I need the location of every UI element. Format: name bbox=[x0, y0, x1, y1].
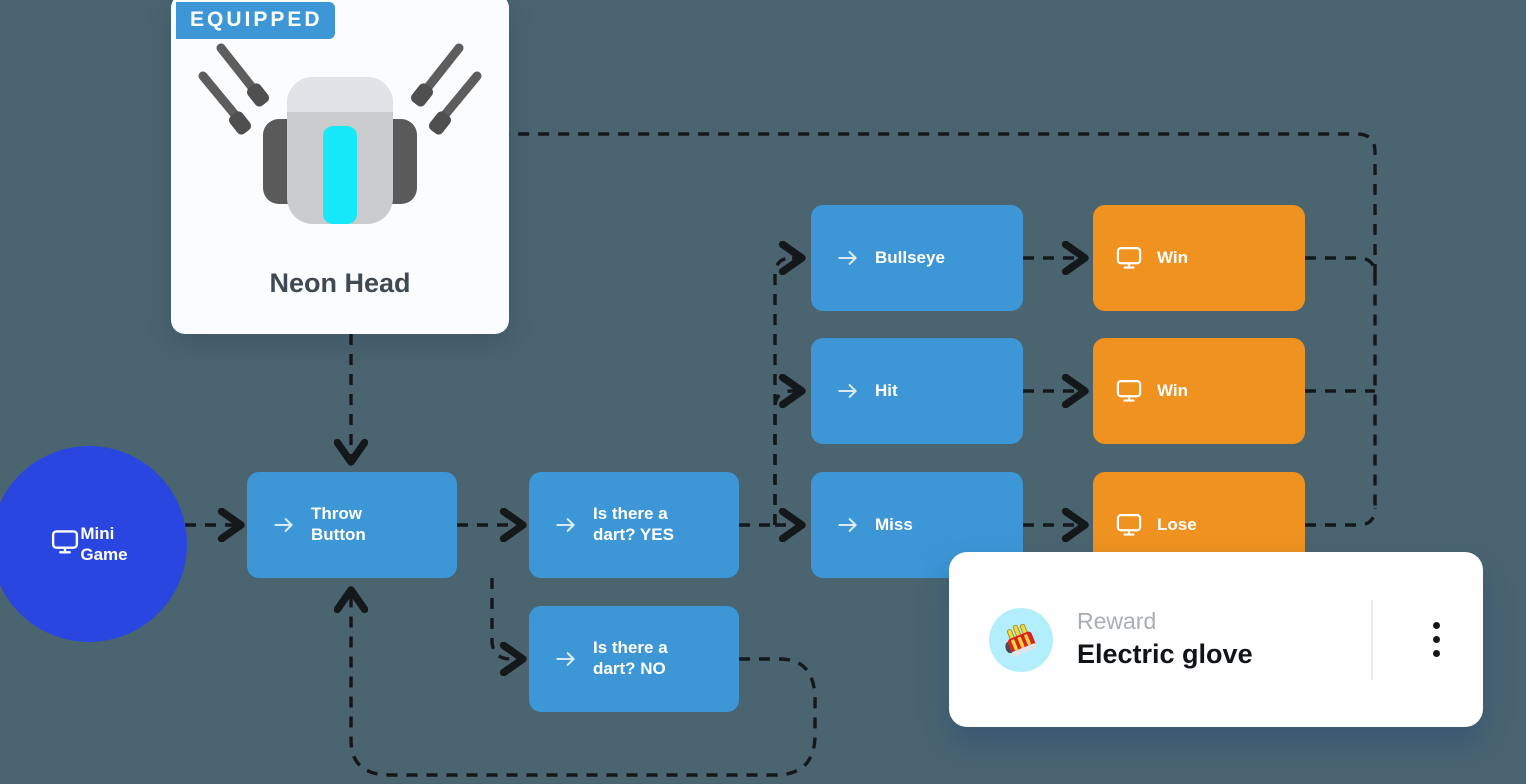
node-win-mid[interactable]: Win bbox=[1093, 338, 1305, 444]
arrow-right-icon bbox=[835, 378, 861, 404]
node-win-top[interactable]: Win bbox=[1093, 205, 1305, 311]
node-label: Win bbox=[1157, 247, 1189, 267]
node-label: Bullseye bbox=[875, 247, 945, 267]
node-dart-no[interactable]: Is there a dart? NO bbox=[529, 606, 739, 712]
equipped-badge: EQUIPPED bbox=[176, 2, 335, 39]
electric-glove-icon bbox=[989, 607, 1053, 672]
node-dart-yes[interactable]: Is there a dart? YES bbox=[529, 472, 739, 578]
node-label: Miss bbox=[875, 514, 913, 534]
node-label: Lose bbox=[1157, 514, 1197, 534]
node-label: Mini Game bbox=[80, 523, 128, 564]
edge-bus-to-hit bbox=[773, 391, 802, 525]
monitor-icon bbox=[1115, 377, 1143, 405]
reward-label: Reward bbox=[1077, 607, 1157, 634]
reward-value: Electric glove bbox=[1077, 639, 1253, 670]
arrow-right-icon bbox=[271, 512, 297, 538]
kebab-menu-icon[interactable] bbox=[1423, 620, 1449, 660]
arrow-right-icon bbox=[553, 512, 579, 538]
node-bullseye[interactable]: Bullseye bbox=[811, 205, 1023, 311]
edge-lose-to-returnbus bbox=[1305, 507, 1377, 527]
edge-win-top-to-returnbus bbox=[1305, 256, 1377, 508]
edge-throw-to-dartno bbox=[490, 578, 523, 659]
node-label: Throw Button bbox=[311, 504, 366, 544]
node-label: Is there a dart? YES bbox=[593, 504, 674, 544]
monitor-icon bbox=[1115, 511, 1143, 539]
node-label: Hit bbox=[875, 380, 898, 400]
reward-text-block: Reward Electric glove bbox=[1077, 607, 1371, 673]
arrow-right-icon bbox=[553, 646, 579, 672]
node-label: Is there a dart? NO bbox=[593, 638, 668, 678]
node-throw-button[interactable]: Throw Button bbox=[247, 472, 457, 578]
divider bbox=[1371, 599, 1373, 680]
monitor-icon bbox=[1115, 244, 1143, 272]
node-hit[interactable]: Hit bbox=[811, 338, 1023, 444]
flow-canvas[interactable]: Mini Game Neon Head EQUIPPED Throw Butto… bbox=[0, 0, 1526, 784]
edge-bus-vertical bbox=[773, 256, 793, 525]
arrow-right-icon bbox=[835, 245, 861, 271]
node-label: Win bbox=[1157, 380, 1189, 400]
equipped-item-name: Neon Head bbox=[269, 268, 411, 298]
robot-head-icon bbox=[171, 34, 509, 224]
reward-card[interactable]: Reward Electric glove bbox=[949, 552, 1483, 727]
arrow-right-icon bbox=[835, 512, 861, 538]
node-mini-game[interactable]: Mini Game bbox=[0, 446, 187, 642]
monitor-icon bbox=[50, 527, 80, 562]
equipped-item-card[interactable]: Neon Head EQUIPPED bbox=[171, 0, 509, 334]
